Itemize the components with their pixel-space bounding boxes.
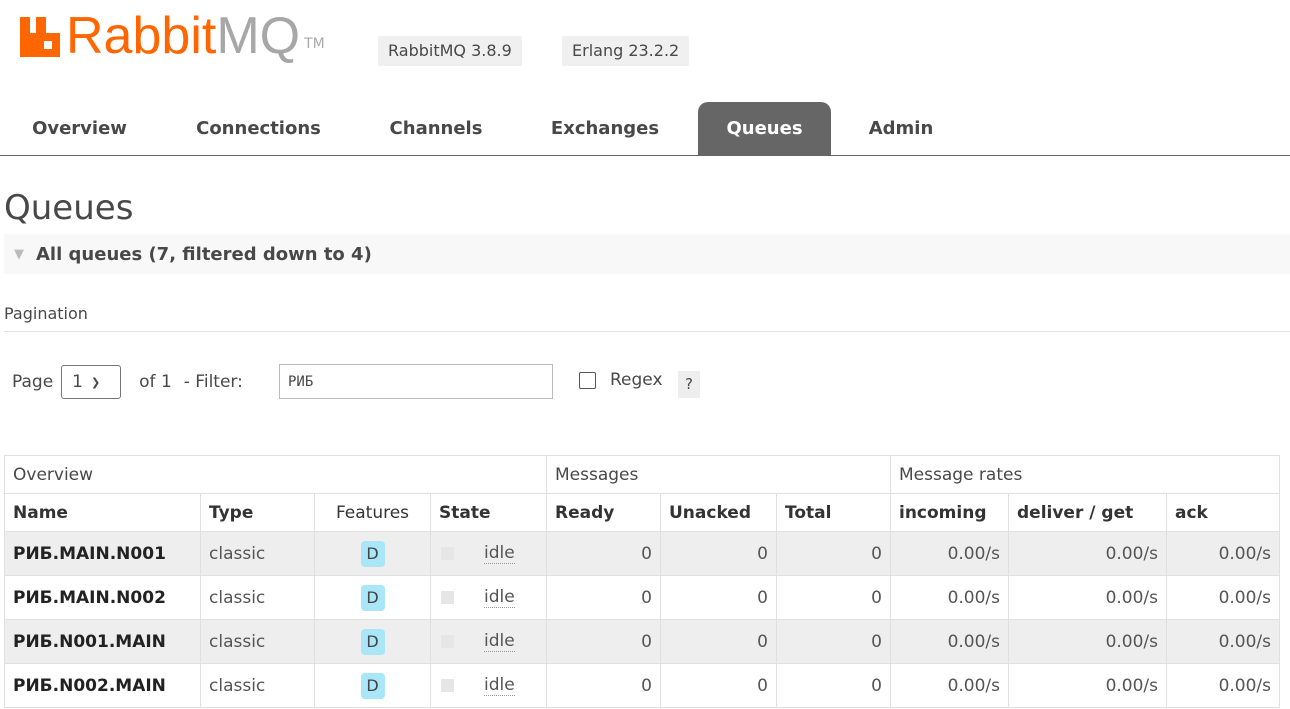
regex-help-button[interactable]: ? [678,371,700,398]
rate-deliver-get: 0.00/s [1008,531,1167,576]
state-indicator-icon [441,679,454,692]
messages-total: 0 [776,619,891,664]
tab-queues[interactable]: Queues [698,102,831,155]
table-row: РИБ.N001.MAIN classic D idle 0 0 0 0.00/… [4,619,1280,664]
rate-deliver-get: 0.00/s [1008,575,1167,620]
column-header-state[interactable]: State [430,493,547,532]
pagination-label: Pagination [4,304,88,323]
messages-ready: 0 [546,531,661,576]
tab-admin[interactable]: Admin [850,102,952,155]
logo-text-mq: MQ [216,7,301,65]
rate-deliver-get: 0.00/s [1008,619,1167,664]
rate-ack: 0.00/s [1166,531,1280,576]
group-header-overview: Overview [4,455,547,494]
page-label: Page [12,372,54,392]
all-queues-section-toggle[interactable]: ▼ All queues (7, filtered down to 4) [4,234,1290,274]
tab-channels[interactable]: Channels [370,102,502,155]
page-title: Queues [4,188,134,228]
table-row: РИБ.MAIN.N001 classic D idle 0 0 0 0.00/… [4,531,1280,576]
column-header-ready[interactable]: Ready [546,493,661,532]
regex-checkbox[interactable] [579,371,596,389]
queue-type: classic [200,575,315,620]
messages-total: 0 [776,531,891,576]
page-select-value: 1 [72,372,83,392]
page-select[interactable]: 1 ❯ [61,365,122,399]
queue-type: classic [200,663,315,708]
column-header-total[interactable]: Total [776,493,891,532]
queue-name-link[interactable]: РИБ.MAIN.N002 [4,575,201,620]
messages-total: 0 [776,663,891,708]
regex-option: Regex [579,370,663,390]
rabbitmq-logo: RabbitMQ TM [18,6,325,66]
messages-unacked: 0 [660,663,777,708]
tab-connections[interactable]: Connections [176,102,341,155]
table-row: РИБ.MAIN.N002 classic D idle 0 0 0 0.00/… [4,575,1280,620]
queue-name-link[interactable]: РИБ.MAIN.N001 [4,531,201,576]
filter-input[interactable] [279,364,553,399]
queue-name-link[interactable]: РИБ.N002.MAIN [4,663,201,708]
state-indicator-icon [441,591,454,604]
rate-ack: 0.00/s [1166,663,1280,708]
column-header-unacked[interactable]: Unacked [660,493,777,532]
rate-deliver-get: 0.00/s [1008,663,1167,708]
tab-exchanges[interactable]: Exchanges [530,102,680,155]
messages-total: 0 [776,575,891,620]
queue-type: classic [200,619,315,664]
page-of-label: of 1 [139,372,172,392]
table-row: РИБ.N002.MAIN classic D idle 0 0 0 0.00/… [4,663,1280,708]
messages-unacked: 0 [660,531,777,576]
rate-ack: 0.00/s [1166,575,1280,620]
durable-feature-badge: D [360,628,385,655]
group-header-messages: Messages [546,455,891,494]
rabbitmq-version-badge: RabbitMQ 3.8.9 [378,36,522,66]
column-header-name[interactable]: Name [4,493,201,532]
rate-incoming: 0.00/s [890,663,1009,708]
column-header-incoming[interactable]: incoming [890,493,1009,532]
messages-ready: 0 [546,663,661,708]
column-header-ack[interactable]: ack [1166,493,1280,532]
queue-type: classic [200,531,315,576]
tab-overview[interactable]: Overview [12,102,147,155]
column-header-deliver-get[interactable]: deliver / get [1008,493,1167,532]
column-header-type[interactable]: Type [200,493,315,532]
main-nav: Overview Connections Channels Exchanges … [0,102,1290,156]
state-indicator-icon [441,635,454,648]
queue-state: idle [484,587,515,608]
queue-name-link[interactable]: РИБ.N001.MAIN [4,619,201,664]
messages-ready: 0 [546,575,661,620]
durable-feature-badge: D [360,584,385,611]
rabbitmq-logo-icon [20,17,60,57]
durable-feature-badge: D [360,540,385,567]
triangle-down-icon: ▼ [14,246,24,262]
logo-text-rabbit: Rabbit [66,7,217,65]
rate-ack: 0.00/s [1166,619,1280,664]
durable-feature-badge: D [360,672,385,699]
queues-table: Overview Messages Message rates Name Typ… [4,455,1280,708]
logo-trademark: TM [304,36,325,52]
filter-label: - Filter: [183,372,243,392]
rate-incoming: 0.00/s [890,575,1009,620]
column-header-features: Features [314,493,431,532]
rate-incoming: 0.00/s [890,531,1009,576]
state-indicator-icon [441,547,454,560]
queue-state: idle [484,675,515,696]
erlang-version-badge: Erlang 23.2.2 [562,36,690,66]
messages-unacked: 0 [660,575,777,620]
regex-label: Regex [610,370,663,390]
messages-unacked: 0 [660,619,777,664]
messages-ready: 0 [546,619,661,664]
queue-state: idle [484,631,515,652]
section-title: All queues (7, filtered down to 4) [36,243,372,265]
chevron-down-icon: ❯ [90,375,101,389]
group-header-message-rates: Message rates [890,455,1280,494]
rate-incoming: 0.00/s [890,619,1009,664]
pagination-divider [4,331,1290,332]
queue-state: idle [484,543,515,564]
pagination-controls: Page 1 ❯ of 1 - Filter: [12,364,243,400]
